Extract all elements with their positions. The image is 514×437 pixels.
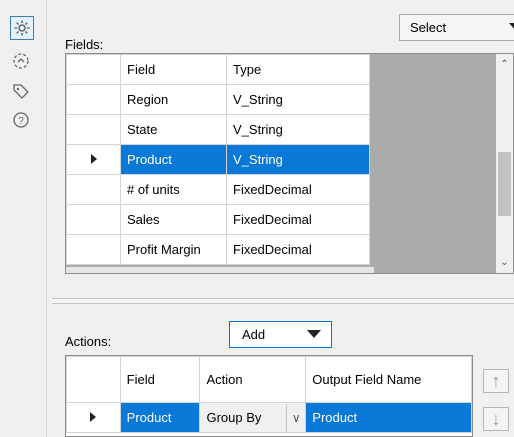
move-up-button[interactable]: ↑ [483, 369, 509, 393]
fields-header-row: Field Type [66, 54, 370, 85]
column-header-type[interactable]: Type [226, 54, 370, 85]
row-header[interactable] [66, 174, 121, 205]
chevron-down-icon [307, 330, 321, 338]
table-row[interactable]: Profit Margin FixedDecimal [66, 234, 370, 265]
circle-arrow-icon[interactable] [10, 50, 32, 72]
action-combo-cell[interactable]: Group By ∨ [199, 402, 307, 433]
chevron-down-icon[interactable]: ∨ [286, 403, 305, 432]
horizontal-scrollbar[interactable] [66, 267, 374, 273]
panel-splitter[interactable] [52, 298, 514, 304]
add-dropdown-label: Add [242, 327, 266, 342]
action-select-value: Group By [206, 410, 262, 425]
field-cell[interactable]: Profit Margin [120, 234, 227, 265]
field-cell[interactable]: Sales [120, 204, 227, 235]
table-row[interactable]: # of units FixedDecimal [66, 174, 370, 205]
type-cell[interactable]: FixedDecimal [226, 174, 370, 205]
chevron-down-icon [509, 23, 514, 31]
type-cell[interactable]: FixedDecimal [226, 234, 370, 265]
scroll-thumb[interactable] [498, 152, 511, 216]
table-row[interactable]: Sales FixedDecimal [66, 204, 370, 235]
table-row-selected[interactable]: Product Group By ∨ Product [66, 402, 472, 433]
arrow-up-icon: ↑ [491, 370, 501, 391]
select-dropdown-value: Select [410, 20, 447, 35]
row-header [66, 54, 121, 85]
row-pointer-icon [90, 154, 97, 164]
tag-icon[interactable] [10, 80, 32, 102]
field-cell[interactable]: # of units [120, 174, 227, 205]
output-field-cell[interactable]: Product [305, 402, 472, 433]
type-cell[interactable]: FixedDecimal [226, 204, 370, 235]
column-header-field[interactable]: Field [119, 356, 201, 403]
row-header[interactable] [66, 144, 121, 175]
actions-table: Field Action Output Field Name Product G… [66, 356, 472, 433]
type-cell[interactable]: V_String [226, 144, 370, 175]
row-header [66, 356, 121, 403]
move-down-button[interactable]: ↓ [483, 407, 509, 431]
field-cell[interactable]: Product [120, 144, 227, 175]
table-row[interactable]: State V_String [66, 114, 370, 145]
table-row[interactable]: Region V_String [66, 84, 370, 115]
column-header-output-field-name[interactable]: Output Field Name [305, 356, 472, 403]
column-header-field[interactable]: Field [120, 54, 227, 85]
row-header[interactable] [66, 84, 121, 115]
fields-label: Fields: [65, 37, 104, 52]
column-header-action[interactable]: Action [199, 356, 307, 403]
row-header[interactable] [66, 402, 121, 433]
select-dropdown[interactable]: Select [399, 14, 514, 41]
type-cell[interactable]: V_String [226, 114, 370, 145]
gear-icon[interactable] [10, 16, 34, 40]
row-header[interactable] [66, 204, 121, 235]
scroll-down-icon[interactable]: ⌄ [496, 254, 513, 271]
actions-grid: Field Action Output Field Name Product G… [65, 355, 473, 437]
help-icon[interactable]: ? [10, 109, 32, 131]
add-dropdown[interactable]: Add [229, 321, 332, 348]
actions-label: Actions: [65, 334, 112, 349]
arrow-down-icon: ↓ [491, 408, 501, 429]
action-select[interactable]: Group By ∨ [200, 403, 305, 432]
svg-text:?: ? [18, 116, 24, 127]
fields-grid: Field Type Region V_String State V_Strin… [65, 53, 514, 274]
type-cell[interactable]: V_String [226, 84, 370, 115]
vertical-scrollbar[interactable]: ⌃ ⌄ [496, 54, 513, 273]
action-field-cell[interactable]: Product [119, 402, 201, 433]
actions-header-row: Field Action Output Field Name [66, 356, 472, 403]
fields-table: Field Type Region V_String State V_Strin… [66, 54, 370, 265]
row-header[interactable] [66, 114, 121, 145]
scroll-up-icon[interactable]: ⌃ [496, 56, 513, 73]
table-row-selected[interactable]: Product V_String [66, 144, 370, 175]
field-cell[interactable]: State [120, 114, 227, 145]
tool-rail: ? [0, 0, 47, 437]
row-pointer-icon [90, 412, 97, 422]
row-header[interactable] [66, 234, 121, 265]
field-cell[interactable]: Region [120, 84, 227, 115]
